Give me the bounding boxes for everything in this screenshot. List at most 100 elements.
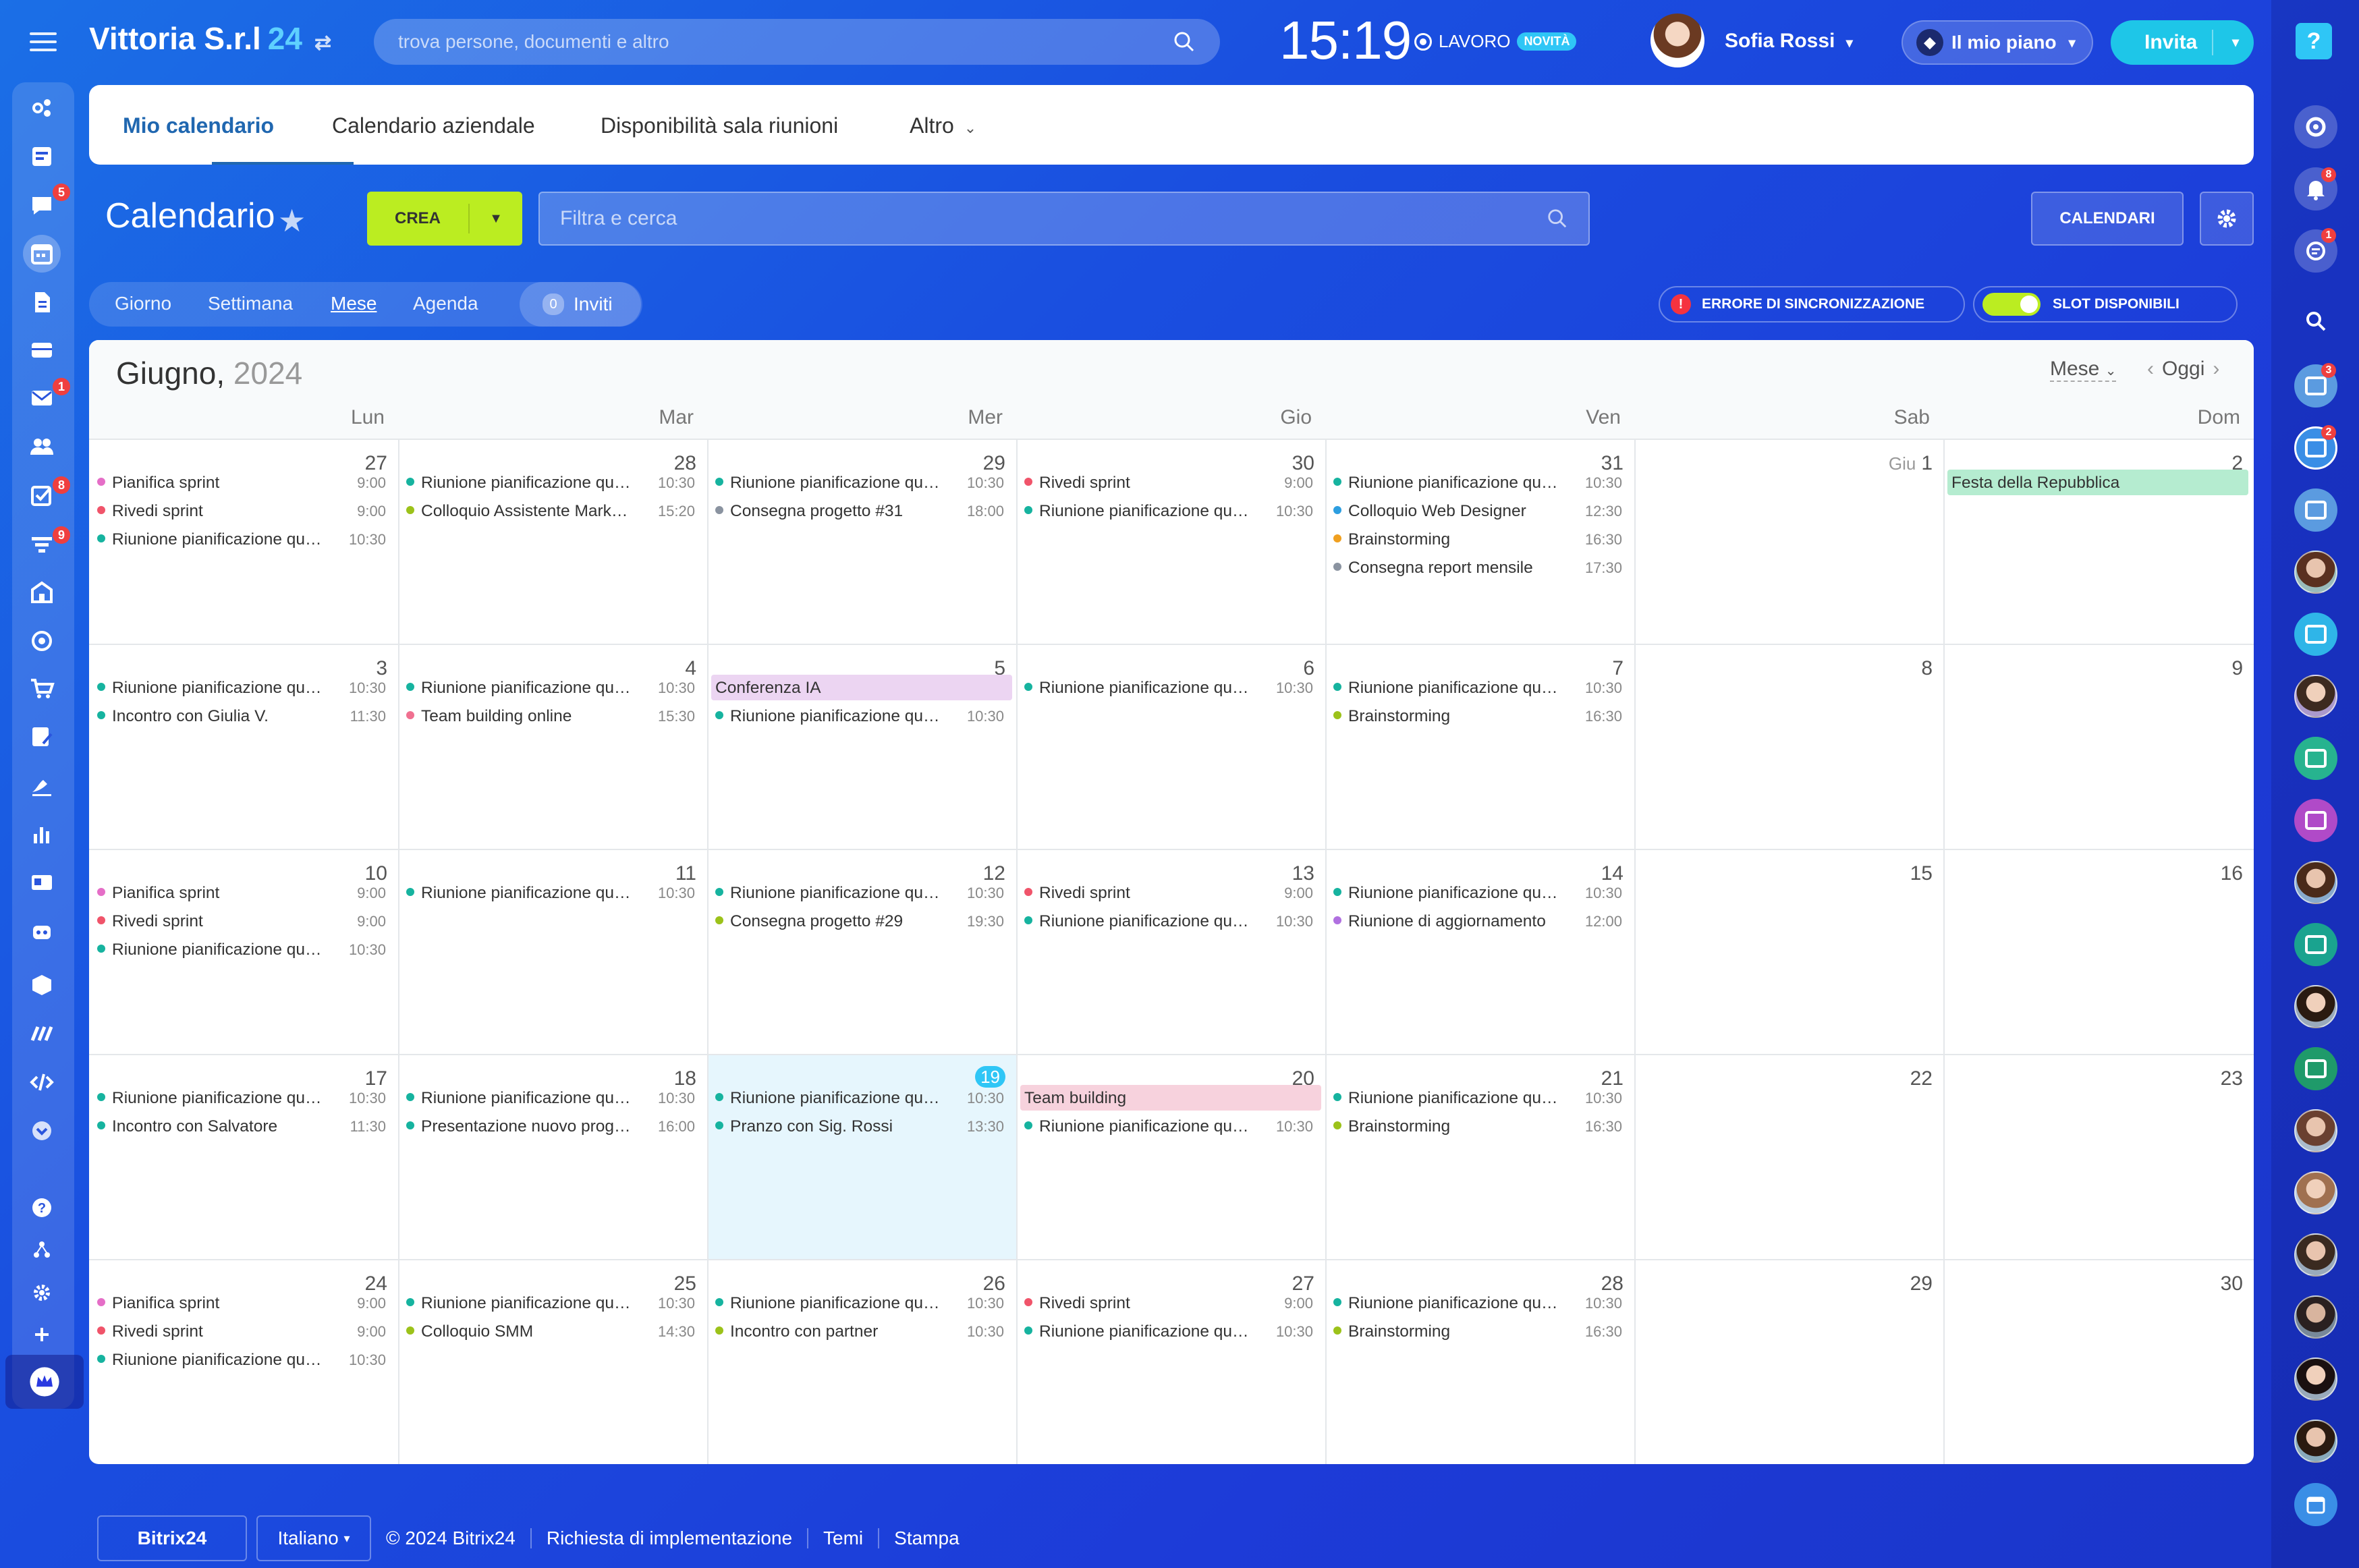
robot-icon[interactable] (23, 912, 61, 950)
calendar-event[interactable]: Riunione pianificazione quot… 10:30 (713, 702, 1009, 729)
drive-icon[interactable] (23, 331, 61, 368)
prev-arrow-icon[interactable]: ‹ (2147, 358, 2154, 380)
toggle-switch[interactable] (1982, 293, 2041, 316)
contact-avatar[interactable] (2294, 1109, 2337, 1152)
day-cell[interactable]: 29 Riunione pianificazione quot… 10:30 Cons… (707, 439, 1016, 644)
day-cell[interactable]: 11 Riunione pianificazione quot… 10:30 (398, 849, 707, 1054)
app-shortcut-6[interactable] (2294, 923, 2337, 966)
copilot-icon[interactable] (2294, 105, 2337, 148)
calendar-event[interactable]: Riunione pianificazione quot… 10:30 (713, 1289, 1009, 1316)
tab-more[interactable]: Altro ⌄ (910, 113, 976, 138)
day-cell[interactable]: 4 Riunione pianificazione quot… 10:30 Team … (398, 644, 707, 849)
calendar-event[interactable]: Riunione pianificazione quot… 10:30 (404, 468, 700, 495)
day-cell[interactable]: 27 Rivedi sprint 9:00 Riunione pianificazio… (1016, 1259, 1325, 1464)
invites-button[interactable]: 0 Inviti (520, 282, 641, 327)
calendar-event[interactable]: Pianifica sprint 9:00 (94, 878, 391, 905)
calendar-event[interactable]: Riunione pianificazione quot… 10:30 (1022, 907, 1319, 934)
tab-company-calendar[interactable]: Calendario aziendale (332, 113, 535, 138)
calendar-event[interactable]: Consegna progetto #31 18:00 (713, 497, 1009, 524)
contact-avatar[interactable] (2294, 985, 2337, 1028)
calendar-event[interactable]: Consegna progetto #29 19:30 (713, 907, 1009, 934)
calendar-event[interactable]: Riunione pianificazione quot… 10:30 (94, 935, 391, 962)
app-shortcut-7[interactable] (2294, 1047, 2337, 1090)
view-agenda[interactable]: Agenda (413, 293, 478, 314)
day-cell[interactable]: 30 (1943, 1259, 2254, 1464)
language-select[interactable]: Italiano ▾ (256, 1515, 371, 1561)
calendar-event[interactable]: Incontro con Salvatore 11:30 (94, 1112, 391, 1139)
day-cell[interactable]: 21 Riunione pianificazione quot… 10:30 Brai… (1325, 1054, 1634, 1259)
calendar-event[interactable]: Incontro con Giulia V. 11:30 (94, 702, 391, 729)
all-day-event[interactable]: Conferenza IA (711, 675, 1012, 700)
calendar-event[interactable]: Riunione pianificazione quot… 10:30 (1022, 1317, 1319, 1344)
day-cell[interactable]: 14 Riunione pianificazione quot… 10:30 Riun… (1325, 849, 1634, 1054)
day-cell[interactable]: 7 Riunione pianificazione quot… 10:30 Brain… (1325, 644, 1634, 849)
calendars-button[interactable]: CALENDARI (2031, 192, 2184, 246)
employees-icon[interactable] (23, 428, 61, 466)
contact-avatar[interactable] (2294, 675, 2337, 718)
calendar-event[interactable]: Riunione pianificazione quot… 10:30 (1331, 1084, 1628, 1111)
tab-my-calendar[interactable]: Mio calendario (123, 113, 274, 138)
create-button[interactable]: CREA ▼ (367, 192, 522, 246)
day-cell[interactable]: 31 Riunione pianificazione quot… 10:30 Coll… (1325, 439, 1634, 644)
day-cell[interactable]: 28 Riunione pianificazione quot… 10:30 Brai… (1325, 1259, 1634, 1464)
goals-icon[interactable] (23, 622, 61, 660)
contact-center-icon[interactable] (23, 864, 61, 901)
day-cell[interactable]: 19 Riunione pianificazione quot… 10:30 Pran… (707, 1054, 1016, 1259)
app-shortcut-3[interactable] (2294, 488, 2337, 532)
automation-icon[interactable] (23, 1015, 61, 1053)
help-icon[interactable]: ? (23, 1189, 61, 1227)
calendar-event[interactable]: Pranzo con Sig. Rossi 13:30 (713, 1112, 1009, 1139)
sync-error-button[interactable]: ! ERRORE DI SINCRONIZZAZIONE (1659, 286, 1965, 323)
day-cell[interactable]: 28 Riunione pianificazione quot… 10:30 Coll… (398, 439, 707, 644)
day-cell[interactable]: 5 Conferenza IA Riunione pianificazione qu… (707, 644, 1016, 849)
day-cell[interactable]: 9 (1943, 644, 2254, 849)
calendar-event[interactable]: Riunione di aggiornamento 12:00 (1331, 907, 1628, 934)
documents-icon[interactable] (23, 283, 61, 321)
calendar-event[interactable]: Riunione pianificazione quot… 10:30 (1331, 673, 1628, 700)
tab-meeting-room[interactable]: Disponibilità sala riunioni (601, 113, 838, 138)
day-cell[interactable]: 17 Riunione pianificazione quot… 10:30 Inco… (89, 1054, 398, 1259)
calendar-event[interactable]: Riunione pianificazione quot… 10:30 (1022, 673, 1319, 700)
calendar-event[interactable]: Brainstorming 16:30 (1331, 1317, 1628, 1344)
calendar-event[interactable]: Riunione pianificazione quot… 10:30 (404, 1289, 700, 1316)
day-cell[interactable]: 30 Rivedi sprint 9:00 Riunione pianificazio… (1016, 439, 1325, 644)
calendar-event[interactable]: Colloquio Assistente Market… 15:20 (404, 497, 700, 524)
calendar-event[interactable]: Brainstorming 16:30 (1331, 702, 1628, 729)
all-day-event[interactable]: Team building (1020, 1085, 1321, 1111)
calendar-event[interactable]: Riunione pianificazione quot… 10:30 (1331, 1289, 1628, 1316)
calendar-event[interactable]: Riunione pianificazione quot… 10:30 (713, 1084, 1009, 1111)
calendar-event[interactable]: Riunione pianificazione quot… 10:30 (94, 525, 391, 552)
calendar-event[interactable]: Riunione pianificazione quot… 10:30 (1331, 878, 1628, 905)
user-menu[interactable]: Sofia Rossi ▾ (1725, 30, 1853, 53)
day-cell[interactable]: 29 (1634, 1259, 1943, 1464)
day-cell[interactable]: 10 Pianifica sprint 9:00 Rivedi sprint 9:00 R… (89, 849, 398, 1054)
calendar-event[interactable]: Colloquio SMM 14:30 (404, 1317, 700, 1344)
settings-button[interactable] (2200, 192, 2254, 246)
star-favorite-icon[interactable]: ★ (278, 202, 306, 239)
news-icon[interactable] (23, 138, 61, 175)
day-cell[interactable]: 22 (1634, 1054, 1943, 1259)
day-cell[interactable]: 24 Pianifica sprint 9:00 Rivedi sprint 9:00 R… (89, 1259, 398, 1464)
help-question-icon[interactable]: ? (2296, 23, 2332, 59)
user-avatar[interactable] (1650, 13, 1704, 67)
day-cell[interactable]: 20 Team building Riunione pianificazione q… (1016, 1054, 1325, 1259)
calendar-event[interactable]: Rivedi sprint 9:00 (94, 497, 391, 524)
available-slots-toggle[interactable]: SLOT DISPONIBILI (1973, 286, 2238, 323)
feed-icon[interactable] (23, 89, 61, 127)
calendar-event[interactable]: Riunione pianificazione quot… 10:30 (94, 673, 391, 700)
calendar-event[interactable]: Riunione pianificazione quot… 10:30 (1022, 497, 1319, 524)
calendar-event[interactable]: Riunione pianificazione quot… 10:30 (404, 878, 700, 905)
day-cell[interactable]: Giu 1 (1634, 439, 1943, 644)
my-plan-button[interactable]: ◆ Il mio piano ▾ (1902, 20, 2093, 65)
add-plus-icon[interactable] (23, 1316, 61, 1353)
calendar-event[interactable]: Pianifica sprint 9:00 (94, 468, 391, 495)
calendar-event[interactable]: Brainstorming 16:30 (1331, 525, 1628, 552)
contact-avatar[interactable] (2294, 1233, 2337, 1277)
day-cell[interactable]: 3 Riunione pianificazione quot… 10:30 Incon… (89, 644, 398, 849)
chevron-down-icon[interactable]: ▾ (2232, 34, 2239, 51)
day-cell[interactable]: 16 (1943, 849, 2254, 1054)
search-icon[interactable] (2294, 300, 2337, 343)
day-cell[interactable]: 8 (1634, 644, 1943, 849)
view-day[interactable]: Giorno (115, 293, 171, 314)
contact-avatar[interactable] (2294, 861, 2337, 904)
